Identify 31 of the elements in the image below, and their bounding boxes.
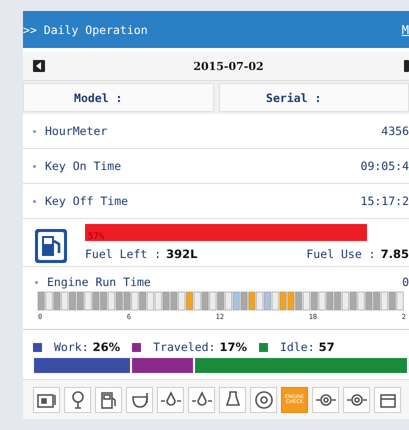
row-value: 4356 [381,124,409,138]
legend-label: Traveled: [153,340,216,354]
fuel-left-label: Fuel Left : [85,247,162,261]
row-label: Key On Time [45,159,122,173]
legend-label: Idle: [280,340,315,354]
row-label: HourMeter [45,124,108,138]
page-title: >> Daily Operation [23,22,148,36]
bullet-icon [33,130,36,132]
legend-value: 17% [219,340,247,354]
left-arrow-icon [35,62,43,70]
row-value: 15:17:2 [360,194,409,208]
serial-field: Serial : [218,83,409,112]
legend-value: 57 [318,340,335,354]
row-value: 09:05:4 [360,159,409,173]
bullet-icon [33,164,36,168]
fuel-use-label: Fuel Use : [306,247,376,261]
fuel-pump-icon [35,229,67,263]
fuel-use-value: 7.85 [380,247,409,261]
previous-day-button[interactable] [33,60,45,72]
bullet-icon [35,280,38,284]
row-value: 0 [402,275,409,289]
row-label: Engine Run Time [47,275,152,289]
fuel-left-value: 392L [166,247,198,261]
legend-label: Work: [54,340,89,354]
date-label: 2015-07-02 [193,60,264,72]
legend-value: 26% [92,340,120,354]
bullet-icon [33,200,36,202]
fuel-percent: 57% [87,232,104,242]
row-label: Key Off Time [45,194,130,208]
menu-link[interactable]: M [402,22,409,36]
model-field: Model : [23,83,214,112]
